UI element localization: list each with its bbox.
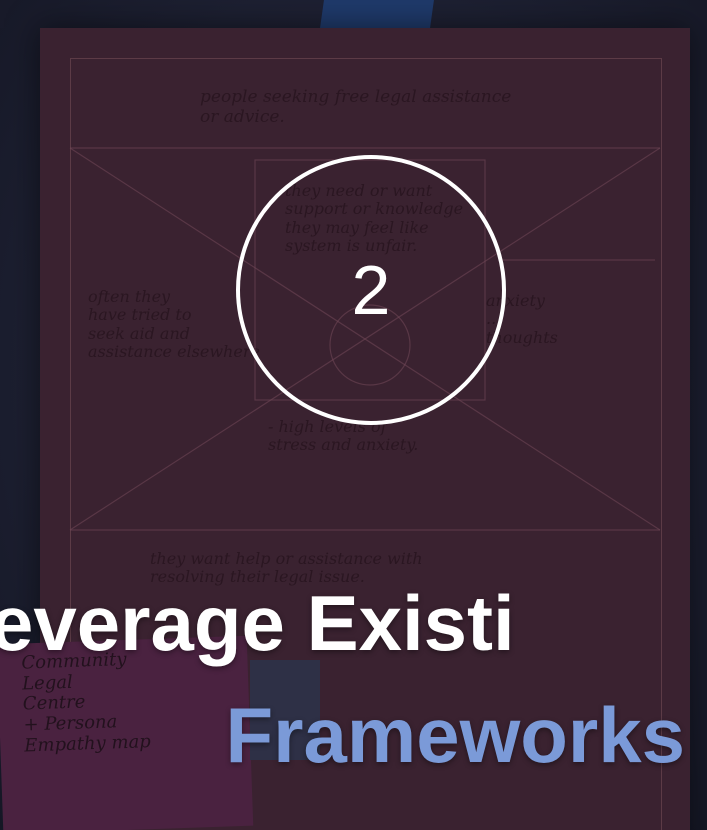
slide-title-line1: everage Existi: [0, 579, 515, 667]
sketch-top-note: people seeking free legal assistance or …: [200, 87, 512, 127]
sketch-left-note: often they have tried to seek aid and as…: [88, 287, 260, 362]
slide-scene: people seeking free legal assistance or …: [0, 0, 707, 830]
slide-title-line2: Frameworks: [225, 691, 685, 779]
slide-number: 2: [351, 251, 391, 329]
